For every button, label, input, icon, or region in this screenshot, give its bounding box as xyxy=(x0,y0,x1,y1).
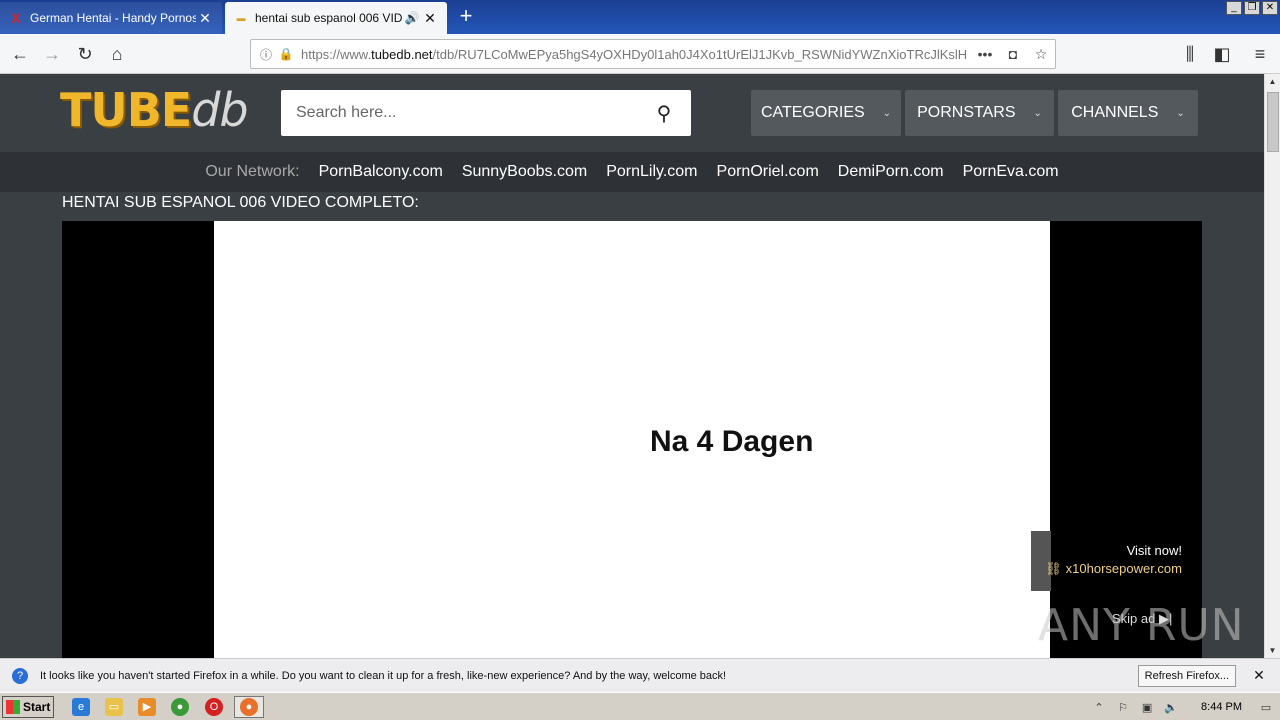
web-page: TUBEdb Search here... ⚲ CATEGORIES ⌄ POR… xyxy=(0,74,1264,658)
network-label: Our Network: xyxy=(205,163,300,180)
network-icon[interactable]: ▣ xyxy=(1139,701,1155,714)
close-icon[interactable]: ✕ xyxy=(421,10,439,27)
page-scrollbar[interactable]: ▲ ▼ xyxy=(1264,74,1280,658)
network-link[interactable]: PornEva.com xyxy=(963,163,1059,181)
question-icon: ? xyxy=(12,667,28,684)
reload-icon[interactable]: ↻ xyxy=(73,42,97,66)
windows-taskbar: Start e ▭ ▶ ● O ● ⌃ ⚐ ▣ 🔈 8:44 PM ▭ xyxy=(0,692,1280,720)
ad-overlay-text: Na 4 Dagen xyxy=(650,425,814,458)
sidebar-icon[interactable]: ◧ xyxy=(1210,42,1234,66)
network-link[interactable]: PornLily.com xyxy=(606,163,697,181)
pocket-icon[interactable]: ◘ xyxy=(999,46,1027,62)
minimize-button[interactable]: _ xyxy=(1226,1,1242,15)
library-icon[interactable]: ⫼ xyxy=(1178,42,1202,66)
navigation-toolbar: ← → ↻ ⌂ ⓘ 🔒 https://www.tubedb.net/tdb/R… xyxy=(0,34,1280,74)
video-player[interactable]: Na 4 Dagen Visit now! ⛓ x10horsepower.com… xyxy=(62,221,1202,658)
pornstars-menu-button[interactable]: PORNSTARS ⌄ xyxy=(905,90,1054,136)
start-button[interactable]: Start xyxy=(2,696,54,718)
close-icon[interactable]: ✕ xyxy=(1248,667,1270,684)
chrome-icon[interactable]: ● xyxy=(171,698,189,716)
ad-visit-box[interactable]: Visit now! ⛓ x10horsepower.com xyxy=(1031,531,1202,591)
tray-expand-icon[interactable]: ⌃ xyxy=(1091,701,1107,714)
chevron-down-icon: ⌄ xyxy=(1033,107,1042,119)
search-box[interactable]: Search here... ⚲ xyxy=(281,90,691,136)
flag-icon[interactable]: ⚐ xyxy=(1115,701,1131,714)
scroll-up-icon[interactable]: ▲ xyxy=(1265,74,1280,89)
search-input[interactable]: Search here... xyxy=(281,104,637,122)
clock[interactable]: 8:44 PM xyxy=(1201,701,1242,713)
channels-menu-button[interactable]: CHANNELS ⌄ xyxy=(1058,90,1198,136)
ad-site-link[interactable]: ⛓ x10horsepower.com xyxy=(1045,561,1182,577)
notification-message: It looks like you haven't started Firefo… xyxy=(40,669,727,682)
forward-icon[interactable]: → xyxy=(40,42,64,66)
restore-button[interactable]: ❐ xyxy=(1244,1,1260,15)
network-bar: Our Network: PornBalcony.com SunnyBoobs.… xyxy=(0,152,1264,192)
folder-icon[interactable]: ▭ xyxy=(105,698,123,716)
visit-now-label[interactable]: Visit now! xyxy=(1127,543,1182,558)
scroll-down-icon[interactable]: ▼ xyxy=(1265,643,1280,658)
tab-german-hentai[interactable]: X German Hentai - Handy Pornos - N ✕ xyxy=(0,2,222,34)
tab-title: hentai sub espanol 006 VIDEO xyxy=(255,11,403,25)
volume-icon[interactable]: 🔈 xyxy=(1163,701,1179,714)
tab-hentai-sub-espanol[interactable]: ▬ hentai sub espanol 006 VIDEO 🔊 ✕ xyxy=(225,2,447,34)
internet-explorer-icon[interactable]: e xyxy=(72,698,90,716)
tubedb-logo[interactable]: TUBEdb xyxy=(60,84,249,136)
firefox-taskbar-button[interactable]: ● xyxy=(234,696,264,718)
network-link[interactable]: PornOriel.com xyxy=(717,163,819,181)
link-icon: ⛓ xyxy=(1045,561,1062,576)
site-header: TUBEdb Search here... ⚲ CATEGORIES ⌄ POR… xyxy=(0,74,1264,152)
firefox-refresh-notification: ? It looks like you haven't started Fire… xyxy=(0,658,1280,692)
opera-icon[interactable]: O xyxy=(205,698,223,716)
lock-icon[interactable]: 🔒 xyxy=(277,47,295,61)
close-icon[interactable]: ✕ xyxy=(196,10,214,27)
categories-menu-button[interactable]: CATEGORIES ⌄ xyxy=(751,90,901,136)
more-actions-icon[interactable]: ••• xyxy=(971,46,999,62)
browser-tab-bar: X German Hentai - Handy Pornos - N ✕ ▬ h… xyxy=(0,0,1280,34)
address-bar[interactable]: ⓘ 🔒 https://www.tubedb.net/tdb/RU7LCoMwE… xyxy=(250,39,1056,69)
windows-logo-icon xyxy=(6,700,20,714)
url-text[interactable]: https://www.tubedb.net/tdb/RU7LCoMwEPya5… xyxy=(301,47,971,62)
bookmark-star-icon[interactable]: ☆ xyxy=(1027,46,1055,63)
new-tab-button[interactable]: + xyxy=(454,4,478,30)
media-player-icon[interactable]: ▶ xyxy=(138,698,156,716)
close-window-button[interactable]: ✕ xyxy=(1262,1,1278,15)
tubedb-icon: ▬ xyxy=(236,13,246,23)
x-icon: X xyxy=(11,10,21,26)
back-icon[interactable]: ← xyxy=(8,42,32,66)
chevron-down-icon: ⌄ xyxy=(1176,107,1185,119)
network-link[interactable]: SunnyBoobs.com xyxy=(462,163,587,181)
menu-icon[interactable]: ≡ xyxy=(1248,42,1272,66)
tab-title: German Hentai - Handy Pornos - N xyxy=(30,11,196,25)
search-icon[interactable]: ⚲ xyxy=(637,101,691,126)
window-controls: _ ❐ ✕ xyxy=(1226,1,1278,15)
show-desktop-icon[interactable]: ▭ xyxy=(1258,701,1274,714)
network-link[interactable]: DemiPorn.com xyxy=(838,163,944,181)
system-tray: ⌃ ⚐ ▣ 🔈 8:44 PM ▭ xyxy=(1091,696,1280,718)
chevron-down-icon: ⌄ xyxy=(882,107,892,119)
home-icon[interactable]: ⌂ xyxy=(105,42,129,66)
scroll-thumb[interactable] xyxy=(1267,92,1279,152)
info-icon[interactable]: ⓘ xyxy=(255,46,277,63)
speaker-icon[interactable]: 🔊 xyxy=(403,11,421,25)
refresh-firefox-button[interactable]: Refresh Firefox... xyxy=(1137,664,1236,687)
video-title: HENTAI SUB ESPANOL 006 VIDEO COMPLETO: xyxy=(62,194,419,211)
firefox-icon: ● xyxy=(240,698,258,716)
anyrun-watermark: ANY RUN xyxy=(1038,600,1245,651)
video-frame[interactable]: Na 4 Dagen xyxy=(214,221,1050,658)
network-link[interactable]: PornBalcony.com xyxy=(319,163,443,181)
